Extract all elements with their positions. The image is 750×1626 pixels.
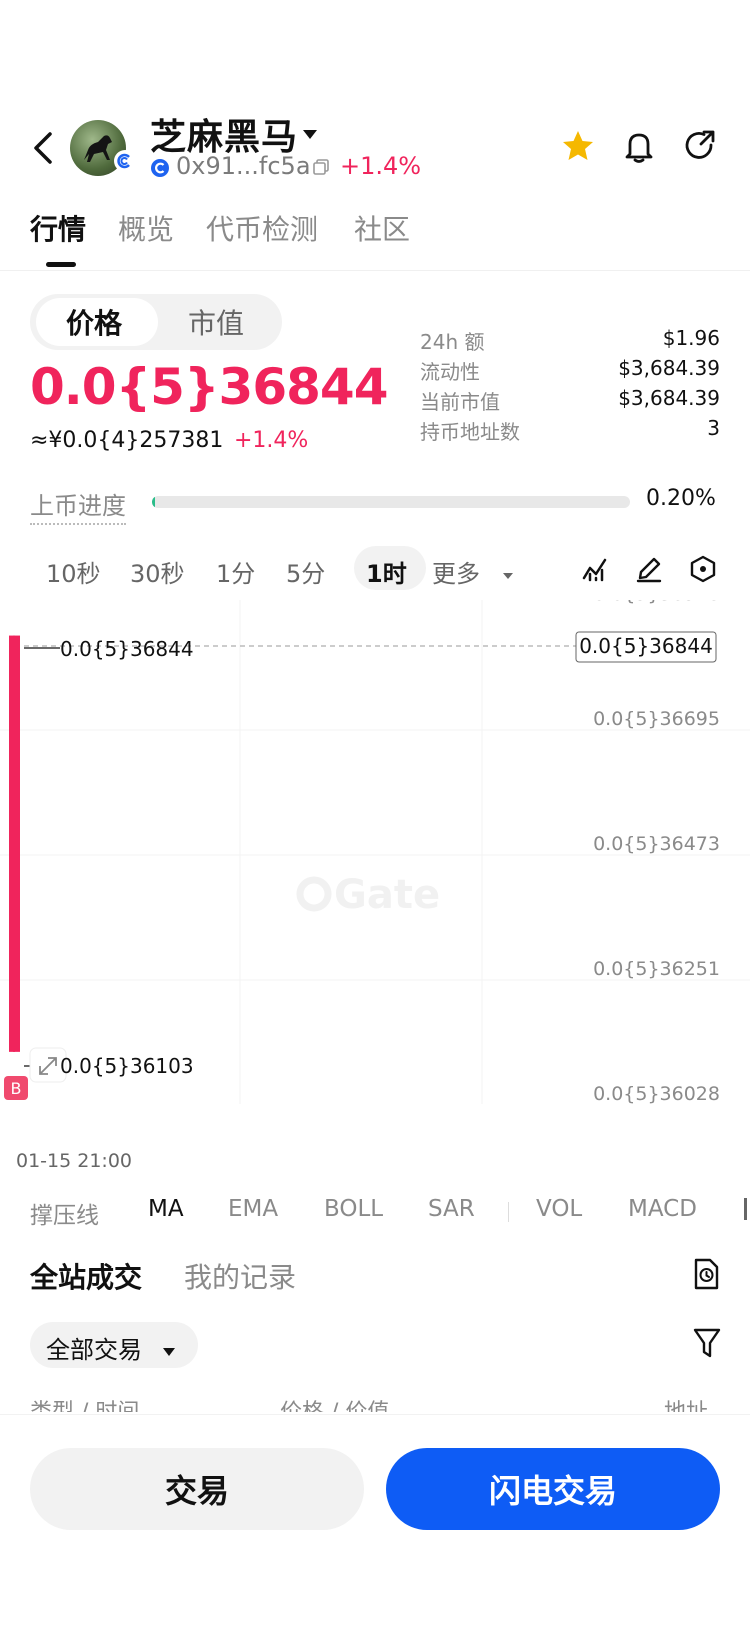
indicator-ema[interactable]: EMA	[228, 1196, 278, 1222]
stat-label-market-cap: 当前市值	[420, 390, 500, 414]
low-price-label: 0.0{5}36103	[60, 1054, 194, 1078]
listing-progress-label[interactable]: 上币进度	[30, 486, 126, 525]
stat-value-market-cap: $3,684.39	[618, 386, 720, 410]
indicator-support-resistance[interactable]: 撑压线	[30, 1196, 99, 1230]
tab-my-records[interactable]: 我的记录	[184, 1256, 296, 1296]
toggle-market-cap[interactable]: 市值	[188, 302, 244, 342]
active-tab-indicator	[46, 262, 76, 267]
indicator-overflow-edge	[744, 1198, 747, 1220]
price-change: +1.4%	[234, 428, 309, 453]
high-price-label: 0.0{5}36844	[60, 637, 194, 661]
header-price-change: +1.4%	[340, 152, 422, 180]
buy-marker-label: B	[11, 1079, 22, 1098]
candle-body[interactable]	[9, 635, 20, 1052]
listing-progress-bar	[152, 496, 630, 508]
flash-trade-button[interactable]: 闪电交易	[386, 1448, 720, 1530]
chart-date-label: 01-15 21:00	[16, 1150, 133, 1172]
y-axis-label: 0.0{5}36251	[593, 958, 720, 980]
stat-value-liquidity: $3,684.39	[618, 356, 720, 380]
share-icon[interactable]	[682, 128, 718, 164]
chain-icon	[150, 158, 170, 178]
interval-30s[interactable]: 30秒	[130, 554, 185, 589]
interval-1m[interactable]: 1分	[216, 554, 255, 589]
stat-value-holders: 3	[707, 416, 720, 440]
y-axis-label: 0.0{5}36028	[593, 1083, 720, 1105]
current-price-tag-text: 0.0{5}36844	[579, 634, 713, 658]
indicator-macd[interactable]: MACD	[628, 1196, 697, 1222]
listing-progress-fill	[152, 496, 155, 508]
indicator-ma[interactable]: MA	[148, 1196, 184, 1222]
stat-label-holders: 持币地址数	[420, 420, 520, 444]
interval-more[interactable]: 更多	[432, 554, 480, 589]
indicator-separator	[508, 1202, 509, 1222]
indicator-chart-icon[interactable]	[580, 554, 610, 584]
tab-token-check[interactable]: 代币检测	[206, 208, 318, 248]
column-address: 地址	[664, 1394, 708, 1412]
column-type-time: 类型 / 时间	[30, 1394, 139, 1412]
interval-1h[interactable]: 1时	[366, 554, 407, 589]
filter-funnel-icon[interactable]	[692, 1326, 722, 1360]
y-axis-label: 0.0{5}36918	[593, 600, 720, 605]
y-axis-label: 0.0{5}36473	[593, 833, 720, 855]
contract-address: 0x91...fc5a	[176, 152, 311, 180]
tab-market[interactable]: 行情	[30, 208, 86, 248]
interval-5m[interactable]: 5分	[286, 554, 325, 589]
current-price: 0.0{5}36844	[30, 358, 389, 416]
stat-label-liquidity: 流动性	[420, 360, 480, 384]
star-icon[interactable]	[560, 128, 596, 164]
tab-all-trades[interactable]: 全站成交	[30, 1256, 142, 1296]
indicator-vol[interactable]: VOL	[536, 1196, 582, 1222]
watermark-text: Gate	[334, 872, 440, 918]
fiat-price: ≈¥0.0{4}257381	[30, 428, 224, 453]
gate-watermark: Gate	[296, 872, 440, 918]
tab-community[interactable]: 社区	[354, 208, 410, 248]
indicator-boll[interactable]: BOLL	[324, 1196, 383, 1222]
tab-overview[interactable]: 概览	[118, 208, 174, 248]
history-icon[interactable]	[690, 1256, 722, 1292]
column-price-value: 价格 / 价值	[280, 1394, 389, 1412]
price-chart[interactable]: Gate 0.0{5}36844 0.0{5}36103 0.0{5}36844…	[0, 600, 750, 1160]
indicator-sar[interactable]: SAR	[428, 1196, 475, 1222]
caret-down-icon	[502, 566, 514, 579]
stat-label-volume: 24h 额	[420, 330, 485, 354]
bell-icon[interactable]	[622, 128, 656, 164]
copy-icon[interactable]	[312, 158, 330, 176]
chain-badge-icon	[114, 150, 136, 172]
toggle-price[interactable]: 价格	[66, 302, 122, 342]
draw-pencil-icon[interactable]	[634, 554, 664, 584]
interval-10s[interactable]: 10秒	[46, 554, 101, 589]
trade-button[interactable]: 交易	[30, 1448, 364, 1530]
chevron-down-icon	[162, 1342, 176, 1356]
trade-type-filter-label: 全部交易	[46, 1336, 142, 1364]
divider	[0, 270, 750, 271]
chevron-down-icon[interactable]	[300, 124, 320, 144]
settings-hexagon-icon[interactable]	[688, 554, 718, 584]
listing-progress-percent: 0.20%	[646, 486, 716, 511]
back-icon[interactable]	[26, 128, 62, 168]
stat-value-volume: $1.96	[662, 326, 720, 350]
y-axis-label: 0.0{5}36695	[593, 708, 720, 730]
